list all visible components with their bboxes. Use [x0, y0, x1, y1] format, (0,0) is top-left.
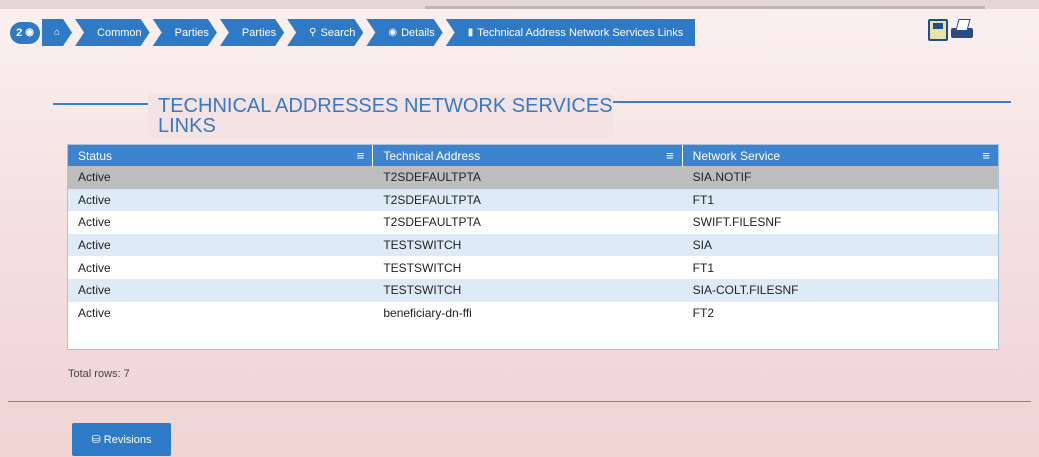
network-service-cell: FT1 [692, 260, 715, 275]
technical-address-cell: TESTSWITCH [383, 283, 462, 298]
technical-address-cell: T2SDEFAULTPTA [383, 215, 481, 230]
table-row[interactable]: Active TESTSWITCH SIA-COLT.FILESNF [68, 278, 998, 302]
technical-address-cell: beneficiary-dn-ffi [383, 305, 472, 320]
total-rows: Total rows: 7 [68, 368, 130, 380]
table-header: Status ≡ Technical Address ≡ Network Ser… [68, 145, 998, 166]
breadcrumb-label: Search [320, 26, 356, 39]
breadcrumb-label: Common [97, 26, 142, 39]
table-row[interactable]: Active T2SDEFAULTPTA SWIFT.FILESNF [68, 211, 998, 234]
status-cell: Active [78, 192, 111, 207]
database-icon: ⛁ [91, 434, 101, 446]
title-line-right [613, 101, 1011, 103]
breadcrumb-details[interactable]: ◉ Details [366, 19, 442, 46]
table-row[interactable]: Active T2SDEFAULTPTA SIA.NOTIF [68, 166, 998, 189]
breadcrumb-label: Parties [174, 26, 209, 39]
network-service-cell: FT1 [692, 192, 715, 207]
technical-address-cell: TESTSWITCH [383, 238, 462, 253]
technical-address-cell: T2SDEFAULTPTA [383, 192, 481, 207]
eye-icon: ◉ [25, 27, 34, 38]
status-cell: Active [78, 283, 111, 298]
breadcrumb-label: Parties [241, 26, 277, 39]
breadcrumb-label: Technical Address Network Services Links [477, 26, 684, 39]
save-icon[interactable] [928, 19, 948, 41]
eye-icon: ◉ [388, 27, 398, 38]
technical-address-cell: T2SDEFAULTPTA [383, 170, 481, 185]
status-cell: Active [78, 238, 111, 253]
breadcrumb-current[interactable]: ▮ Technical Address Network Services Lin… [445, 19, 696, 46]
column-header-technical-address[interactable]: Technical Address ≡ [373, 145, 683, 166]
breadcrumb-parties-2[interactable]: Parties [220, 19, 284, 46]
network-service-cell: SWIFT.FILESNF [692, 215, 782, 230]
column-header-label: Network Service [692, 148, 781, 163]
status-cell: Active [78, 305, 111, 320]
column-menu-icon[interactable]: ≡ [666, 149, 674, 162]
status-cell: Active [78, 170, 111, 185]
column-menu-icon[interactable]: ≡ [357, 149, 365, 162]
network-service-cell: SIA-COLT.FILESNF [692, 283, 799, 298]
column-header-network-service[interactable]: Network Service ≡ [683, 145, 998, 166]
title-line-left [53, 103, 148, 105]
top-border [0, 0, 1039, 9]
status-cell: Active [78, 215, 111, 230]
technical-address-cell: TESTSWITCH [383, 260, 462, 275]
home-icon: ⌂ [54, 27, 61, 38]
revisions-button[interactable]: ⛁ Revisions [72, 423, 171, 456]
status-cell: Active [78, 260, 111, 275]
column-header-label: Technical Address [383, 148, 481, 163]
breadcrumb-counter-value: 2 [16, 26, 23, 39]
breadcrumb: 2 ◉ ⌂ Common Parties Parties ⚲ Search ◉ … [10, 19, 698, 46]
print-icon[interactable] [950, 19, 973, 41]
breadcrumb-home[interactable]: ⌂ [42, 19, 72, 46]
table-row[interactable]: Active T2SDEFAULTPTA FT1 [68, 188, 998, 212]
divider [8, 401, 1031, 402]
network-service-cell: FT2 [692, 305, 715, 320]
page-title: TECHNICAL ADDRESSES NETWORK SERVICES LIN… [148, 94, 613, 138]
network-service-cell: SIA.NOTIF [692, 170, 752, 185]
breadcrumb-common[interactable]: Common [75, 19, 150, 46]
breadcrumb-label: Details [401, 26, 435, 39]
column-menu-icon[interactable]: ≡ [982, 149, 990, 162]
network-service-cell: SIA [692, 238, 713, 253]
search-icon: ⚲ [309, 27, 317, 38]
revisions-label: Revisions [103, 433, 152, 446]
table-row[interactable]: Active TESTSWITCH FT1 [68, 256, 998, 279]
breadcrumb-search[interactable]: ⚲ Search [287, 19, 363, 46]
breadcrumb-counter[interactable]: 2 ◉ [10, 21, 40, 44]
toolbar [928, 19, 973, 41]
column-header-label: Status [78, 148, 113, 163]
bookmark-icon: ▮ [467, 27, 474, 38]
breadcrumb-parties[interactable]: Parties [153, 19, 217, 46]
table-row[interactable]: Active beneficiary-dn-ffi FT2 [68, 301, 998, 325]
column-header-status[interactable]: Status ≡ [68, 145, 374, 166]
table-row[interactable]: Active TESTSWITCH SIA [68, 233, 998, 257]
links-table: Status ≡ Technical Address ≡ Network Ser… [67, 144, 999, 350]
